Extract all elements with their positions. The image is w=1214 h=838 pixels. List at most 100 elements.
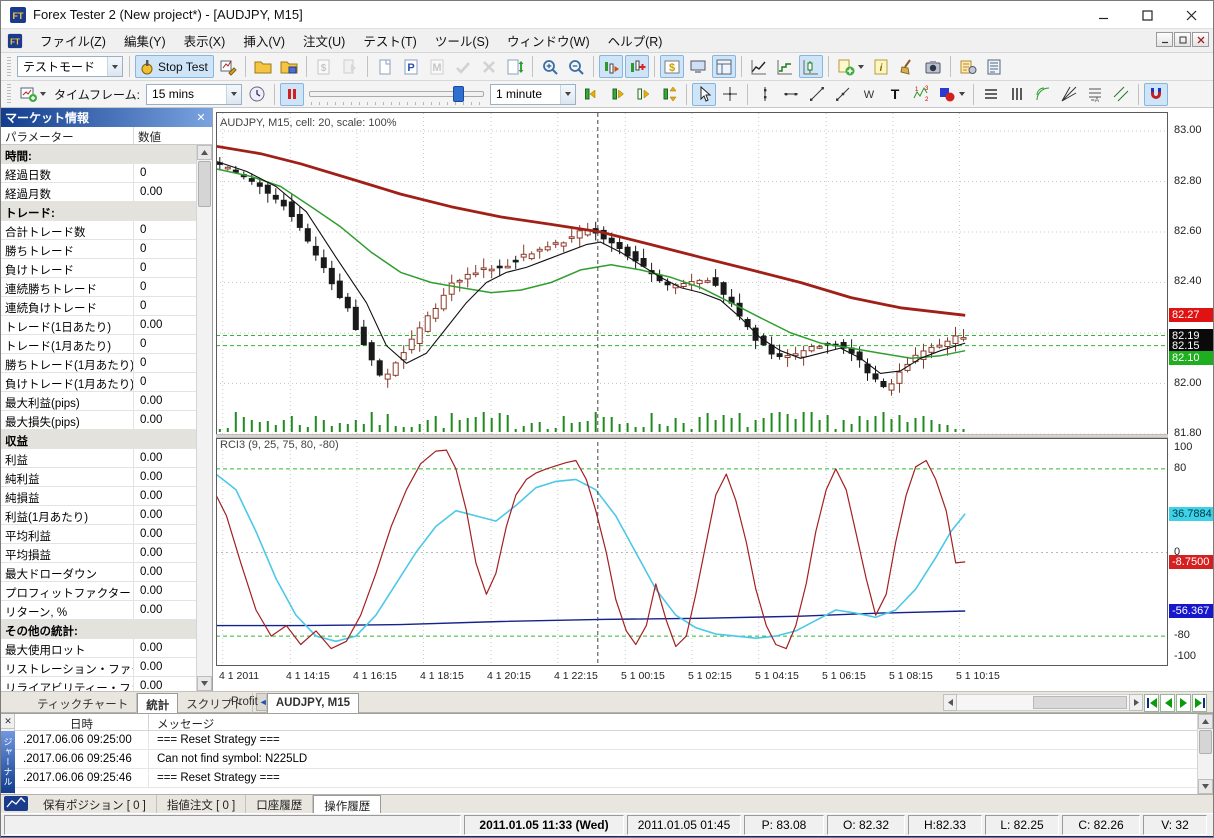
chart-tab-0[interactable]: Profit xyxy=(223,693,267,713)
gann-fan-button[interactable] xyxy=(1057,83,1081,106)
bottom-tab-0[interactable]: 保有ポジション [ 0 ] xyxy=(33,795,157,813)
table-row[interactable]: 利益(1月あたり) 0.00 xyxy=(1,506,197,525)
update-button[interactable] xyxy=(503,55,527,78)
table-row[interactable]: リストレーション・ファクター 0.00 xyxy=(1,658,197,677)
menu-item-6[interactable]: ツール(S) xyxy=(426,28,498,53)
tick-chart-button[interactable] xyxy=(598,55,623,78)
menu-item-5[interactable]: テスト(T) xyxy=(354,28,425,53)
channel-tool-button[interactable] xyxy=(1109,83,1133,106)
elliott-wave-button[interactable]: 13 2 xyxy=(909,83,933,106)
slider-thumb[interactable] xyxy=(452,85,464,102)
table-row[interactable]: プロフィットファクター 0.00 xyxy=(1,582,197,601)
clear-chart-button[interactable] xyxy=(895,55,919,78)
save-project-button[interactable] xyxy=(277,55,301,78)
panel-tab-0[interactable]: ティックチャート xyxy=(29,693,138,713)
test-mode-select[interactable]: テストモード xyxy=(17,56,123,77)
statistics-button[interactable] xyxy=(711,55,736,78)
table-row[interactable]: 連続勝ちトレード 0 xyxy=(1,278,197,297)
mdi-minimize-button[interactable] xyxy=(1156,32,1173,47)
market-order-button[interactable] xyxy=(373,55,397,78)
menu-item-1[interactable]: 編集(Y) xyxy=(115,28,175,53)
table-row[interactable]: 最大ドローダウン 0.00 xyxy=(1,563,197,582)
magnet-button[interactable] xyxy=(1144,82,1169,106)
step-updown-button[interactable] xyxy=(657,83,681,106)
shapes-tool-button[interactable] xyxy=(935,83,968,106)
menu-item-4[interactable]: 注文(U) xyxy=(294,28,354,53)
screenshot-button[interactable] xyxy=(921,55,945,78)
pending-order-button[interactable]: P xyxy=(399,55,423,78)
scroll-left-icon[interactable] xyxy=(943,694,957,711)
bottom-tab-3[interactable]: 操作履歴 xyxy=(313,795,382,813)
close-button[interactable] xyxy=(1169,1,1213,29)
scrollbar-track[interactable] xyxy=(957,694,1129,711)
table-row[interactable]: 負けトレード(1月あたり) 0 xyxy=(1,373,197,392)
table-row[interactable]: 純損益 0.00 xyxy=(1,487,197,506)
chevron-down-icon[interactable] xyxy=(226,84,242,104)
zoom-in-button[interactable] xyxy=(538,55,562,78)
mdi-close-button[interactable] xyxy=(1192,32,1209,47)
nav-last-button[interactable] xyxy=(1192,693,1207,712)
table-row[interactable]: リライアビリティー・ファクター 0.00 xyxy=(1,677,197,691)
price-axis[interactable]: 83.00 82.80 82.60 82.40 82.00 81.80 82.27 82.19… xyxy=(1168,109,1213,691)
speed-select[interactable]: 1 minute xyxy=(490,83,577,105)
scrollbar-thumb[interactable] xyxy=(198,161,211,207)
strategies-button[interactable] xyxy=(956,55,980,78)
menu-item-8[interactable]: ヘルプ(R) xyxy=(599,28,672,53)
chart-tab-1[interactable]: AUDJPY, M15 xyxy=(266,693,359,713)
table-row[interactable]: 平均損益 0.00 xyxy=(1,544,197,563)
step-chart-button[interactable] xyxy=(773,55,797,78)
scrollbar-thumb[interactable] xyxy=(1033,696,1127,709)
candle-chart-button[interactable] xyxy=(798,55,823,78)
line-chart-button[interactable] xyxy=(747,55,771,78)
journal-vertical-tab[interactable]: ジャーナル xyxy=(1,731,15,793)
nav-next-button[interactable] xyxy=(1176,693,1191,712)
step-forward-button[interactable] xyxy=(631,83,655,106)
stop-test-button[interactable]: Stop Test xyxy=(135,55,214,78)
scroll-up-icon[interactable] xyxy=(197,145,212,160)
journal-row[interactable]: .2017.06.06 09:25:00 === Reset Strategy =… xyxy=(15,731,1197,750)
chevron-down-icon[interactable] xyxy=(107,57,122,76)
fibo-tool-button[interactable]: =A xyxy=(1083,83,1107,106)
wave-tool-button[interactable]: W xyxy=(857,83,881,106)
add-symbol-button[interactable] xyxy=(834,55,867,78)
vgrid-tool-button[interactable] xyxy=(1005,83,1029,106)
bottom-tab-2[interactable]: 口座履歴 xyxy=(246,795,314,813)
zoom-out-button[interactable] xyxy=(564,55,588,78)
time-axis[interactable]: 4 1 2011 4 1 14:15 4 1 16:15 4 1 18:15 4 1 2… xyxy=(216,666,1168,690)
table-row[interactable]: トレード(1月あたり) 0 xyxy=(1,335,197,354)
hline-tool-button[interactable] xyxy=(779,83,803,106)
text-tool-button[interactable]: T xyxy=(883,83,907,106)
add-bar-button[interactable] xyxy=(624,55,649,78)
pane-splitter[interactable] xyxy=(216,434,1168,438)
table-row[interactable]: 連続負けトレード 0 xyxy=(1,297,197,316)
mdi-restore-button[interactable] xyxy=(1174,32,1191,47)
minimize-button[interactable] xyxy=(1081,1,1125,29)
pause-button[interactable] xyxy=(280,82,305,106)
ray-tool-button[interactable] xyxy=(831,83,855,106)
crosshair-tool-button[interactable] xyxy=(718,83,742,106)
journal-list-button[interactable] xyxy=(982,55,1006,78)
table-row[interactable]: 負けトレード 0 xyxy=(1,259,197,278)
modify-test-button[interactable] xyxy=(216,55,240,78)
arc-tool-button[interactable] xyxy=(1031,83,1055,106)
timeframe-select[interactable]: 15 mins xyxy=(146,83,243,105)
hgrid-tool-button[interactable] xyxy=(979,83,1003,106)
scroll-down-icon[interactable] xyxy=(1198,779,1213,794)
cursor-tool-button[interactable] xyxy=(692,82,717,106)
scroll-down-icon[interactable] xyxy=(197,676,212,691)
speed-slider[interactable] xyxy=(309,84,485,105)
scroll-up-icon[interactable] xyxy=(1198,714,1213,729)
table-row[interactable]: 最大使用ロット 0.00 xyxy=(1,639,197,658)
vline-tool-button[interactable] xyxy=(753,83,777,106)
chevron-down-icon[interactable] xyxy=(560,84,576,104)
journal-row[interactable]: .2017.06.06 09:25:46 Can not find symbol:… xyxy=(15,750,1197,769)
market-info-scrollbar[interactable] xyxy=(196,145,212,691)
scroll-right-icon[interactable] xyxy=(1129,694,1143,711)
panel-tab-1[interactable]: 統計 xyxy=(137,693,179,713)
table-row[interactable]: 勝ちトレード(1月あたり) 0 xyxy=(1,354,197,373)
open-project-button[interactable] xyxy=(251,55,275,78)
menu-item-2[interactable]: 表示(X) xyxy=(175,28,235,53)
market-info-close-icon[interactable]: ✕ xyxy=(194,111,208,125)
table-row[interactable]: 勝ちトレード 0 xyxy=(1,240,197,259)
notes-button[interactable]: i xyxy=(869,55,893,78)
